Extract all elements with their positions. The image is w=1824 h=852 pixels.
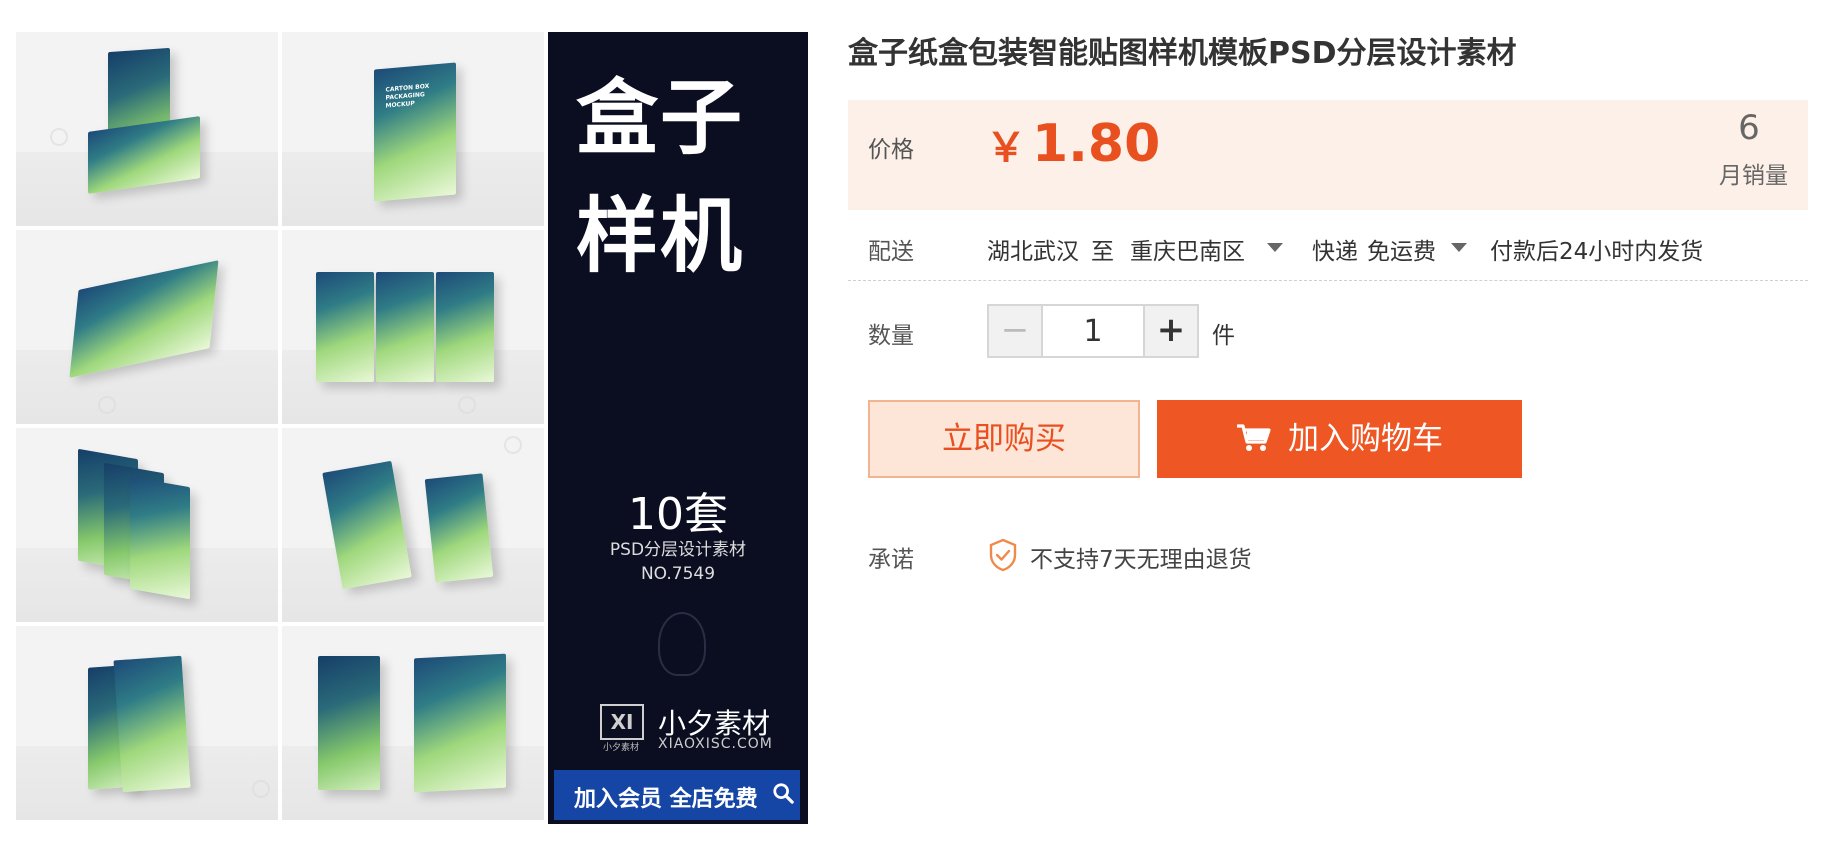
decrease-button[interactable]: − xyxy=(989,306,1043,356)
quantity-row: 数量 − 1 + 件 xyxy=(848,300,1808,360)
brand-domain: XIAOXISC.COM xyxy=(658,736,773,752)
brand-logo-caption: 小夕素材 xyxy=(602,743,639,753)
promise-text: 不支持7天无理由退货 xyxy=(1030,547,1252,573)
buy-now-button[interactable]: 立即购买 xyxy=(868,400,1140,478)
product-thumbnail[interactable] xyxy=(16,626,278,820)
add-to-cart-label: 加入购物车 xyxy=(1288,421,1443,457)
price-value: ￥ 1.80 xyxy=(986,114,1160,174)
poster-subtitle: PSD分层设计素材 xyxy=(609,540,747,560)
ship-time: 付款后24小时内发货 xyxy=(1490,239,1704,265)
product-thumbnail[interactable] xyxy=(282,428,544,622)
poster-count: 10套 xyxy=(628,489,728,540)
quantity-stepper[interactable]: − 1 + xyxy=(987,304,1199,358)
destination-select[interactable]: 重庆巴南区 xyxy=(1130,232,1245,266)
membership-banner-text: 加入会员 全店免费 xyxy=(574,787,758,812)
shield-check-icon xyxy=(989,538,1017,572)
product-main-poster[interactable]: 盒子 样机 10套 PSD分层设计素材 NO.7549 XI 小夕素材 小夕素材… xyxy=(548,32,808,824)
currency-symbol: ￥ xyxy=(986,125,1026,171)
ship-from: 湖北武汉 xyxy=(987,239,1079,265)
shipping-method[interactable]: 快递 xyxy=(1312,232,1358,266)
delivery-row: 配送 湖北武汉 至 重庆巴南区 快递 免运费 付款后24小时内发货 xyxy=(848,226,1808,281)
quantity-label: 数量 xyxy=(868,323,914,349)
product-thumbnail[interactable] xyxy=(282,230,544,424)
price-amount: 1.80 xyxy=(1032,114,1161,174)
increase-button[interactable]: + xyxy=(1143,306,1197,356)
product-thumbnail[interactable] xyxy=(16,230,278,424)
membership-banner: 加入会员 全店免费 xyxy=(554,770,800,820)
add-to-cart-button[interactable]: 加入购物车 xyxy=(1157,400,1522,478)
monthly-sales-count: 6 xyxy=(1738,108,1760,148)
product-image-gallery[interactable]: CARTON BOX PACKAGING MOCKUP 盒子 样机 10套 PS… xyxy=(16,32,808,824)
poster-title: 盒子 样机 xyxy=(576,71,745,284)
quantity-input[interactable]: 1 xyxy=(1043,306,1143,356)
product-thumbnail[interactable] xyxy=(282,626,544,820)
chevron-down-icon[interactable] xyxy=(1267,243,1283,252)
quantity-unit: 件 xyxy=(1212,323,1235,349)
promise-row: 承诺 不支持7天无理由退货 xyxy=(848,534,1808,580)
shopping-cart-icon xyxy=(1237,424,1271,451)
product-thumbnail[interactable] xyxy=(16,32,278,226)
product-thumbnail[interactable]: CARTON BOX PACKAGING MOCKUP xyxy=(282,32,544,226)
product-thumbnail[interactable] xyxy=(16,428,278,622)
chevron-down-icon[interactable] xyxy=(1451,243,1467,252)
product-title: 盒子纸盒包装智能贴图样机模板PSD分层设计素材 xyxy=(848,36,1517,71)
price-panel: 价格 ￥ 1.80 6 月销量 xyxy=(848,100,1808,210)
deco-ornament-icon xyxy=(658,612,706,676)
monthly-sales-label: 月销量 xyxy=(1719,163,1788,189)
poster-number: NO.7549 xyxy=(640,564,716,584)
shipping-fee[interactable]: 免运费 xyxy=(1367,232,1436,266)
promise-label: 承诺 xyxy=(868,547,914,573)
box-label: CARTON BOX PACKAGING MOCKUP xyxy=(385,83,430,111)
magnifier-icon[interactable] xyxy=(772,782,794,804)
price-label: 价格 xyxy=(868,137,914,163)
ship-to-word: 至 xyxy=(1091,239,1114,265)
delivery-label: 配送 xyxy=(868,239,914,265)
brand-logo: XI xyxy=(600,704,644,740)
